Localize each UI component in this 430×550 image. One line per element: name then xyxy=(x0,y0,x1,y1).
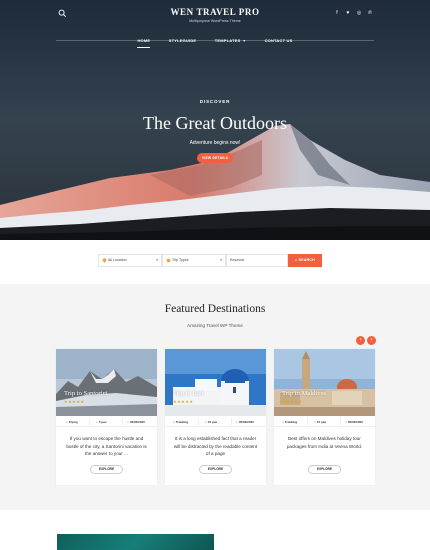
activity-icon: ● xyxy=(282,420,284,424)
destination-card[interactable]: Trip to Santorini ★★★★★ ●Flying ●5 pax ●… xyxy=(56,349,157,485)
keyword-placeholder: Keyword xyxy=(230,258,244,262)
sun-icon xyxy=(166,258,171,263)
search-button[interactable]: ⌕ SEARCH xyxy=(288,254,322,267)
date-info: ●05/06/2020 xyxy=(236,420,254,424)
explore-button[interactable]: EXPLORE xyxy=(308,465,341,474)
rating-stars: ★★★★★ xyxy=(282,399,303,404)
section-subtitle: Amazing Travel WP Theme xyxy=(187,323,243,328)
search-button-label: SEARCH xyxy=(298,258,315,262)
location-pin-icon xyxy=(102,258,107,263)
card-title[interactable]: Trip to Bali xyxy=(173,390,204,397)
card-meta: ●Flying ●5 pax ●05/06/2020 xyxy=(56,416,157,427)
activity-label: Trekking xyxy=(284,420,298,424)
group-info: ●10 pax xyxy=(205,420,217,424)
activity-info: ●Trekking xyxy=(282,420,297,424)
teal-feature-image xyxy=(57,534,214,550)
group-label: 15 pax xyxy=(316,420,327,424)
twitter-icon[interactable]: ♥ xyxy=(344,9,352,17)
divider xyxy=(198,418,199,425)
hero-kicker: DISCOVER xyxy=(199,99,231,104)
group-label: 10 pax xyxy=(207,420,218,424)
search-icon: ⌕ xyxy=(295,258,298,262)
featured-destinations: Featured Destinations Amazing Travel WP … xyxy=(0,284,430,510)
card-description: Best offers on Maldives holiday tour pac… xyxy=(286,436,363,449)
nav-divider xyxy=(56,40,374,41)
santorini-image[interactable] xyxy=(56,349,157,416)
trip-type-select[interactable]: Trip Types ▾ xyxy=(162,254,226,267)
card-description: It is a long established fact that a rea… xyxy=(173,436,258,456)
date-info: ●05/06/2020 xyxy=(127,420,145,424)
date-info: ●05/03/2020 xyxy=(345,420,363,424)
date-label: 05/06/2020 xyxy=(238,420,254,424)
main-nav: HOME STYLEGUIDE TEMPLATES ▼ CONTACT US xyxy=(0,29,430,48)
activity-label: Flying xyxy=(68,420,78,424)
calendar-icon: ● xyxy=(127,420,129,424)
user-icon: ● xyxy=(205,420,207,424)
activity-icon: ● xyxy=(66,420,68,424)
site-tagline: Multipurpose WordPress Theme xyxy=(189,19,241,23)
hero-banner: WEN TRAVEL PRO Multipurpose WordPress Th… xyxy=(0,0,430,240)
divider xyxy=(307,418,308,425)
rating-stars: ★★★★★ xyxy=(64,399,85,404)
keyword-input[interactable]: Keyword xyxy=(226,254,288,267)
facebook-icon[interactable]: f xyxy=(333,9,341,17)
activity-icon: ● xyxy=(173,420,175,424)
location-value: All Location xyxy=(108,258,127,262)
destination-card[interactable]: Trip to Maldives ★★★★★ ●Trekking ●15 pax… xyxy=(274,349,375,485)
group-info: ●15 pax xyxy=(314,420,326,424)
hero-title: The Great Outdoors xyxy=(143,113,287,133)
chevron-down-icon: ▾ xyxy=(220,258,222,262)
calendar-icon: ● xyxy=(345,420,347,424)
pinterest-icon[interactable]: ℗ xyxy=(366,9,374,17)
card-title[interactable]: Trip to Santorini xyxy=(64,390,108,397)
trip-type-value: Trip Types xyxy=(172,258,189,262)
maldives-image[interactable] xyxy=(274,349,375,416)
divider xyxy=(231,418,232,425)
trip-search-bar: All Location ▾ Trip Types ▾ Keyword ⌕ SE… xyxy=(0,240,430,284)
user-icon: ● xyxy=(96,420,98,424)
instagram-icon[interactable]: ◎ xyxy=(355,9,363,17)
rating-stars: ★★★★★ xyxy=(173,399,194,404)
location-select[interactable]: All Location ▾ xyxy=(98,254,162,267)
next-section xyxy=(0,510,430,550)
prev-arrow-icon[interactable]: ‹ xyxy=(356,336,365,345)
hero-subtitle: Adventure begins now! xyxy=(189,140,241,146)
card-title[interactable]: Trip to Maldives xyxy=(282,390,326,397)
activity-label: Trekking xyxy=(175,420,189,424)
date-label: 05/06/2020 xyxy=(129,420,145,424)
view-details-button[interactable]: VIEW DETAILS xyxy=(197,153,233,163)
next-arrow-icon[interactable]: › xyxy=(367,336,376,345)
group-info: ●5 pax xyxy=(96,420,106,424)
bali-image[interactable] xyxy=(165,349,266,416)
card-description: If you want to escape the hustle and bus… xyxy=(66,436,147,456)
activity-info: ●Flying xyxy=(66,420,78,424)
group-label: 5 pax xyxy=(98,420,107,424)
activity-info: ●Trekking xyxy=(173,420,188,424)
explore-button[interactable]: EXPLORE xyxy=(90,465,123,474)
explore-button[interactable]: EXPLORE xyxy=(199,465,232,474)
section-title: Featured Destinations xyxy=(164,303,266,315)
divider xyxy=(89,418,90,425)
card-meta: ●Trekking ●10 pax ●05/06/2020 xyxy=(165,416,266,427)
divider xyxy=(340,418,341,425)
destination-card[interactable]: Trip to Bali ★★★★★ ●Trekking ●10 pax ●05… xyxy=(165,349,266,485)
card-meta: ●Trekking ●15 pax ●05/03/2020 xyxy=(274,416,375,427)
calendar-icon: ● xyxy=(236,420,238,424)
chevron-down-icon: ▾ xyxy=(156,258,158,262)
user-icon: ● xyxy=(314,420,316,424)
date-label: 05/03/2020 xyxy=(347,420,363,424)
divider xyxy=(122,418,123,425)
